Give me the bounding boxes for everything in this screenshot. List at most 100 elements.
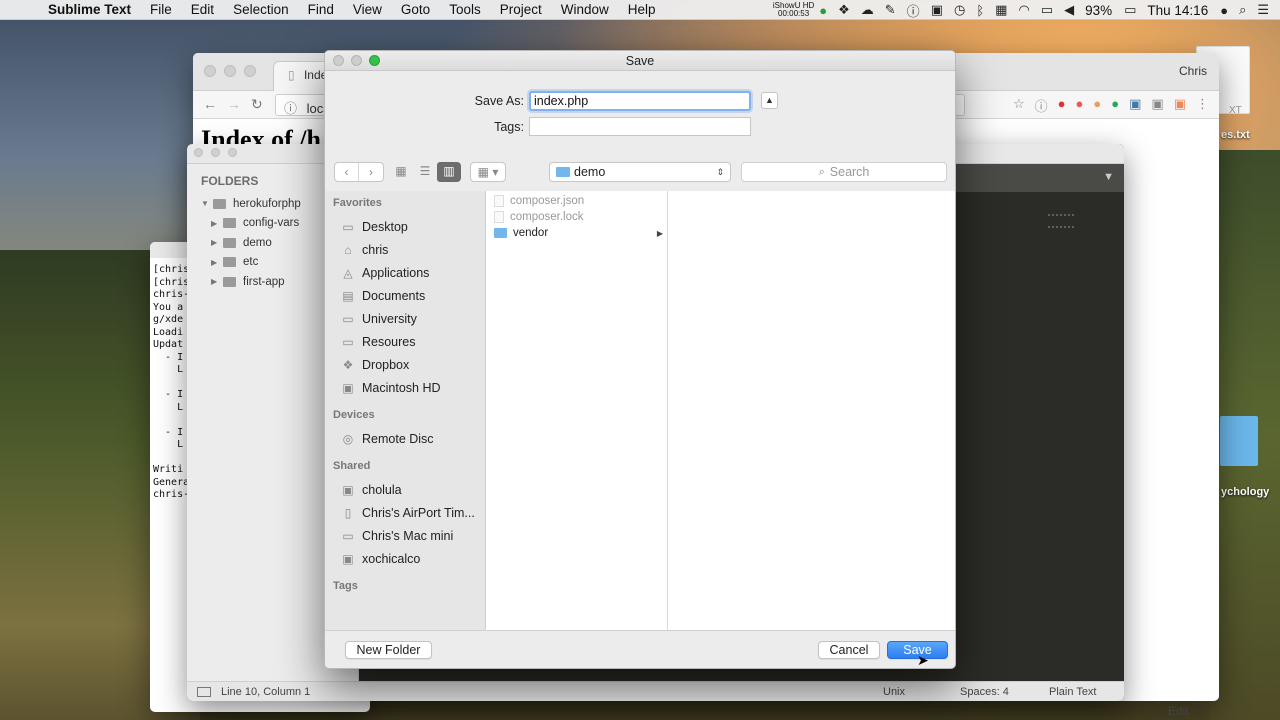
extension-icon[interactable]: ⓘ — [1035, 96, 1048, 115]
zoom-button[interactable] — [369, 55, 380, 66]
clipboard-icon[interactable]: ▣ — [931, 2, 943, 18]
disclosure-closed-icon[interactable]: ▶ — [211, 277, 223, 286]
minimize-button[interactable] — [211, 148, 220, 157]
volume-icon[interactable]: ◀ — [1064, 2, 1074, 18]
extension-icon[interactable]: ● — [1093, 96, 1101, 115]
sidebar-item-mac-mini[interactable]: ▭ Chris's Mac mini — [325, 524, 485, 547]
airplay-icon[interactable]: ▭ — [1041, 2, 1053, 18]
search-input[interactable]: ⌕ Search — [741, 162, 947, 182]
minimize-button[interactable] — [351, 55, 362, 66]
extension-icon[interactable]: ▣ — [1174, 96, 1186, 115]
sidebar-item-dropbox[interactable]: ❖ Dropbox — [325, 353, 485, 376]
panel-toggle-icon[interactable] — [197, 686, 211, 697]
recorder-status[interactable]: iShowU HD 00:00:53 — [773, 2, 814, 18]
file-row[interactable]: composer.lock — [486, 209, 667, 225]
menu-selection[interactable]: Selection — [233, 2, 289, 17]
column-view-icon[interactable]: ▥ — [437, 162, 461, 182]
sidebar-item-desktop[interactable]: ▭ Desktop — [325, 215, 485, 238]
sidebar-item-resoures[interactable]: ▭ Resoures — [325, 330, 485, 353]
keyboard-icon[interactable]: ▦ — [995, 2, 1007, 18]
zoom-button[interactable] — [228, 148, 237, 157]
bookmark-star-icon[interactable]: ☆ — [1013, 96, 1025, 115]
menu-tools[interactable]: Tools — [449, 2, 481, 17]
list-view-icon[interactable]: ☰ — [413, 162, 437, 182]
minimap[interactable] — [1048, 214, 1074, 228]
syntax[interactable]: Plain Text — [1049, 686, 1097, 698]
sidebar-item-chris[interactable]: ⌂ chris — [325, 238, 485, 261]
menu-help[interactable]: Help — [628, 2, 656, 17]
close-button[interactable] — [204, 65, 216, 77]
sidebar-item-airport[interactable]: ▯ Chris's AirPort Tim... — [325, 501, 485, 524]
menu-view[interactable]: View — [353, 2, 382, 17]
desktop-file-label[interactable]: es.txt — [1221, 129, 1250, 141]
sidebar-item-remote-disc[interactable]: ◎ Remote Disc — [325, 427, 485, 450]
clock[interactable]: Thu 14:16 — [1147, 3, 1208, 18]
menu-goto[interactable]: Goto — [401, 2, 430, 17]
indentation[interactable]: Spaces: 4 — [960, 686, 1009, 698]
disclosure-closed-icon[interactable]: ▶ — [211, 219, 223, 228]
sidebar-item-university[interactable]: ▭ University — [325, 307, 485, 330]
extension-icon[interactable]: ● — [1076, 96, 1084, 115]
user-icon[interactable]: ● — [1220, 3, 1228, 18]
record-icon[interactable]: ● — [819, 3, 827, 18]
disclosure-closed-icon[interactable]: ▶ — [211, 258, 223, 267]
filename-field[interactable] — [529, 91, 751, 111]
location-popup[interactable]: demo ⇕ — [549, 162, 731, 182]
info-icon[interactable]: ⓘ — [907, 1, 920, 20]
menu-project[interactable]: Project — [500, 2, 542, 17]
desktop-folder-icon[interactable] — [1220, 416, 1258, 466]
sidebar-item-applications[interactable]: ◬ Applications — [325, 261, 485, 284]
sidebar-item-xochicalco[interactable]: ▣ xochicalco — [325, 547, 485, 570]
battery-percent[interactable]: 93% — [1085, 3, 1112, 18]
group-view-dropdown[interactable]: ▦ ▾ — [470, 162, 506, 182]
browser-user[interactable]: Chris — [1179, 64, 1207, 78]
sidebar-item-label: Chris's AirPort Tim... — [362, 505, 475, 520]
close-button[interactable] — [194, 148, 203, 157]
tags-field[interactable] — [529, 117, 751, 136]
desktop-edit-label[interactable]: Edit — [1168, 704, 1189, 718]
pinterest-icon[interactable]: ● — [1058, 96, 1066, 115]
battery-icon[interactable]: ▭ — [1124, 2, 1136, 18]
reload-icon[interactable]: ↻ — [251, 96, 263, 113]
new-folder-button[interactable]: New Folder — [345, 641, 432, 659]
menu-find[interactable]: Find — [308, 2, 334, 17]
time-machine-icon[interactable]: ◷ — [954, 2, 965, 18]
spotlight-icon[interactable]: ⌕ — [1239, 2, 1246, 18]
icon-view-icon[interactable]: ▦ — [389, 162, 413, 182]
zoom-button[interactable] — [244, 65, 256, 77]
file-column: composer.json composer.lock vendor ▶ — [486, 191, 668, 632]
wifi-icon[interactable]: ◠ — [1018, 2, 1029, 18]
dropbox-icon[interactable]: ❖ — [838, 2, 850, 18]
app-menu[interactable]: Sublime Text — [48, 2, 131, 17]
close-button[interactable] — [333, 55, 344, 66]
menu-file[interactable]: File — [150, 2, 172, 17]
notification-center-icon[interactable]: ☰ — [1257, 2, 1269, 18]
forward-arrow-icon[interactable]: → — [227, 96, 241, 112]
desktop-folder-label[interactable]: ychology — [1221, 486, 1269, 498]
evernote-icon[interactable]: ✎ — [885, 2, 896, 18]
back-chevron-icon[interactable]: ‹ — [335, 163, 359, 181]
back-arrow-icon[interactable]: ← — [203, 96, 217, 112]
menu-dots-icon[interactable]: ⋮ — [1196, 96, 1209, 115]
sidebar-item-cholula[interactable]: ▣ cholula — [325, 478, 485, 501]
cancel-button[interactable]: Cancel — [818, 641, 880, 659]
disclosure-open-icon[interactable]: ▼ — [201, 199, 213, 208]
sidebar-item-documents[interactable]: ▤ Documents — [325, 284, 485, 307]
line-endings[interactable]: Unix — [883, 686, 905, 698]
tab-list-chevron-icon[interactable]: ▼ — [1103, 171, 1114, 183]
menu-window[interactable]: Window — [561, 2, 609, 17]
grammarly-icon[interactable]: ● — [1111, 96, 1119, 115]
extension-icon[interactable]: ▣ — [1151, 96, 1163, 115]
cloud-icon[interactable]: ☁ — [861, 2, 874, 18]
collapse-chevron-up-icon[interactable]: ▲ — [761, 92, 778, 109]
minimize-button[interactable] — [224, 65, 236, 77]
forward-chevron-icon[interactable]: › — [359, 163, 383, 181]
folder-row[interactable]: vendor ▶ — [486, 225, 667, 241]
sidebar-item-label: Desktop — [362, 219, 408, 234]
menu-edit[interactable]: Edit — [191, 2, 214, 17]
disclosure-closed-icon[interactable]: ▶ — [211, 238, 223, 247]
extension-icon[interactable]: ▣ — [1129, 96, 1141, 115]
sidebar-item-macintosh-hd[interactable]: ▣ Macintosh HD — [325, 376, 485, 399]
file-row[interactable]: composer.json — [486, 193, 667, 209]
bluetooth-icon[interactable]: ᛒ — [976, 3, 984, 18]
